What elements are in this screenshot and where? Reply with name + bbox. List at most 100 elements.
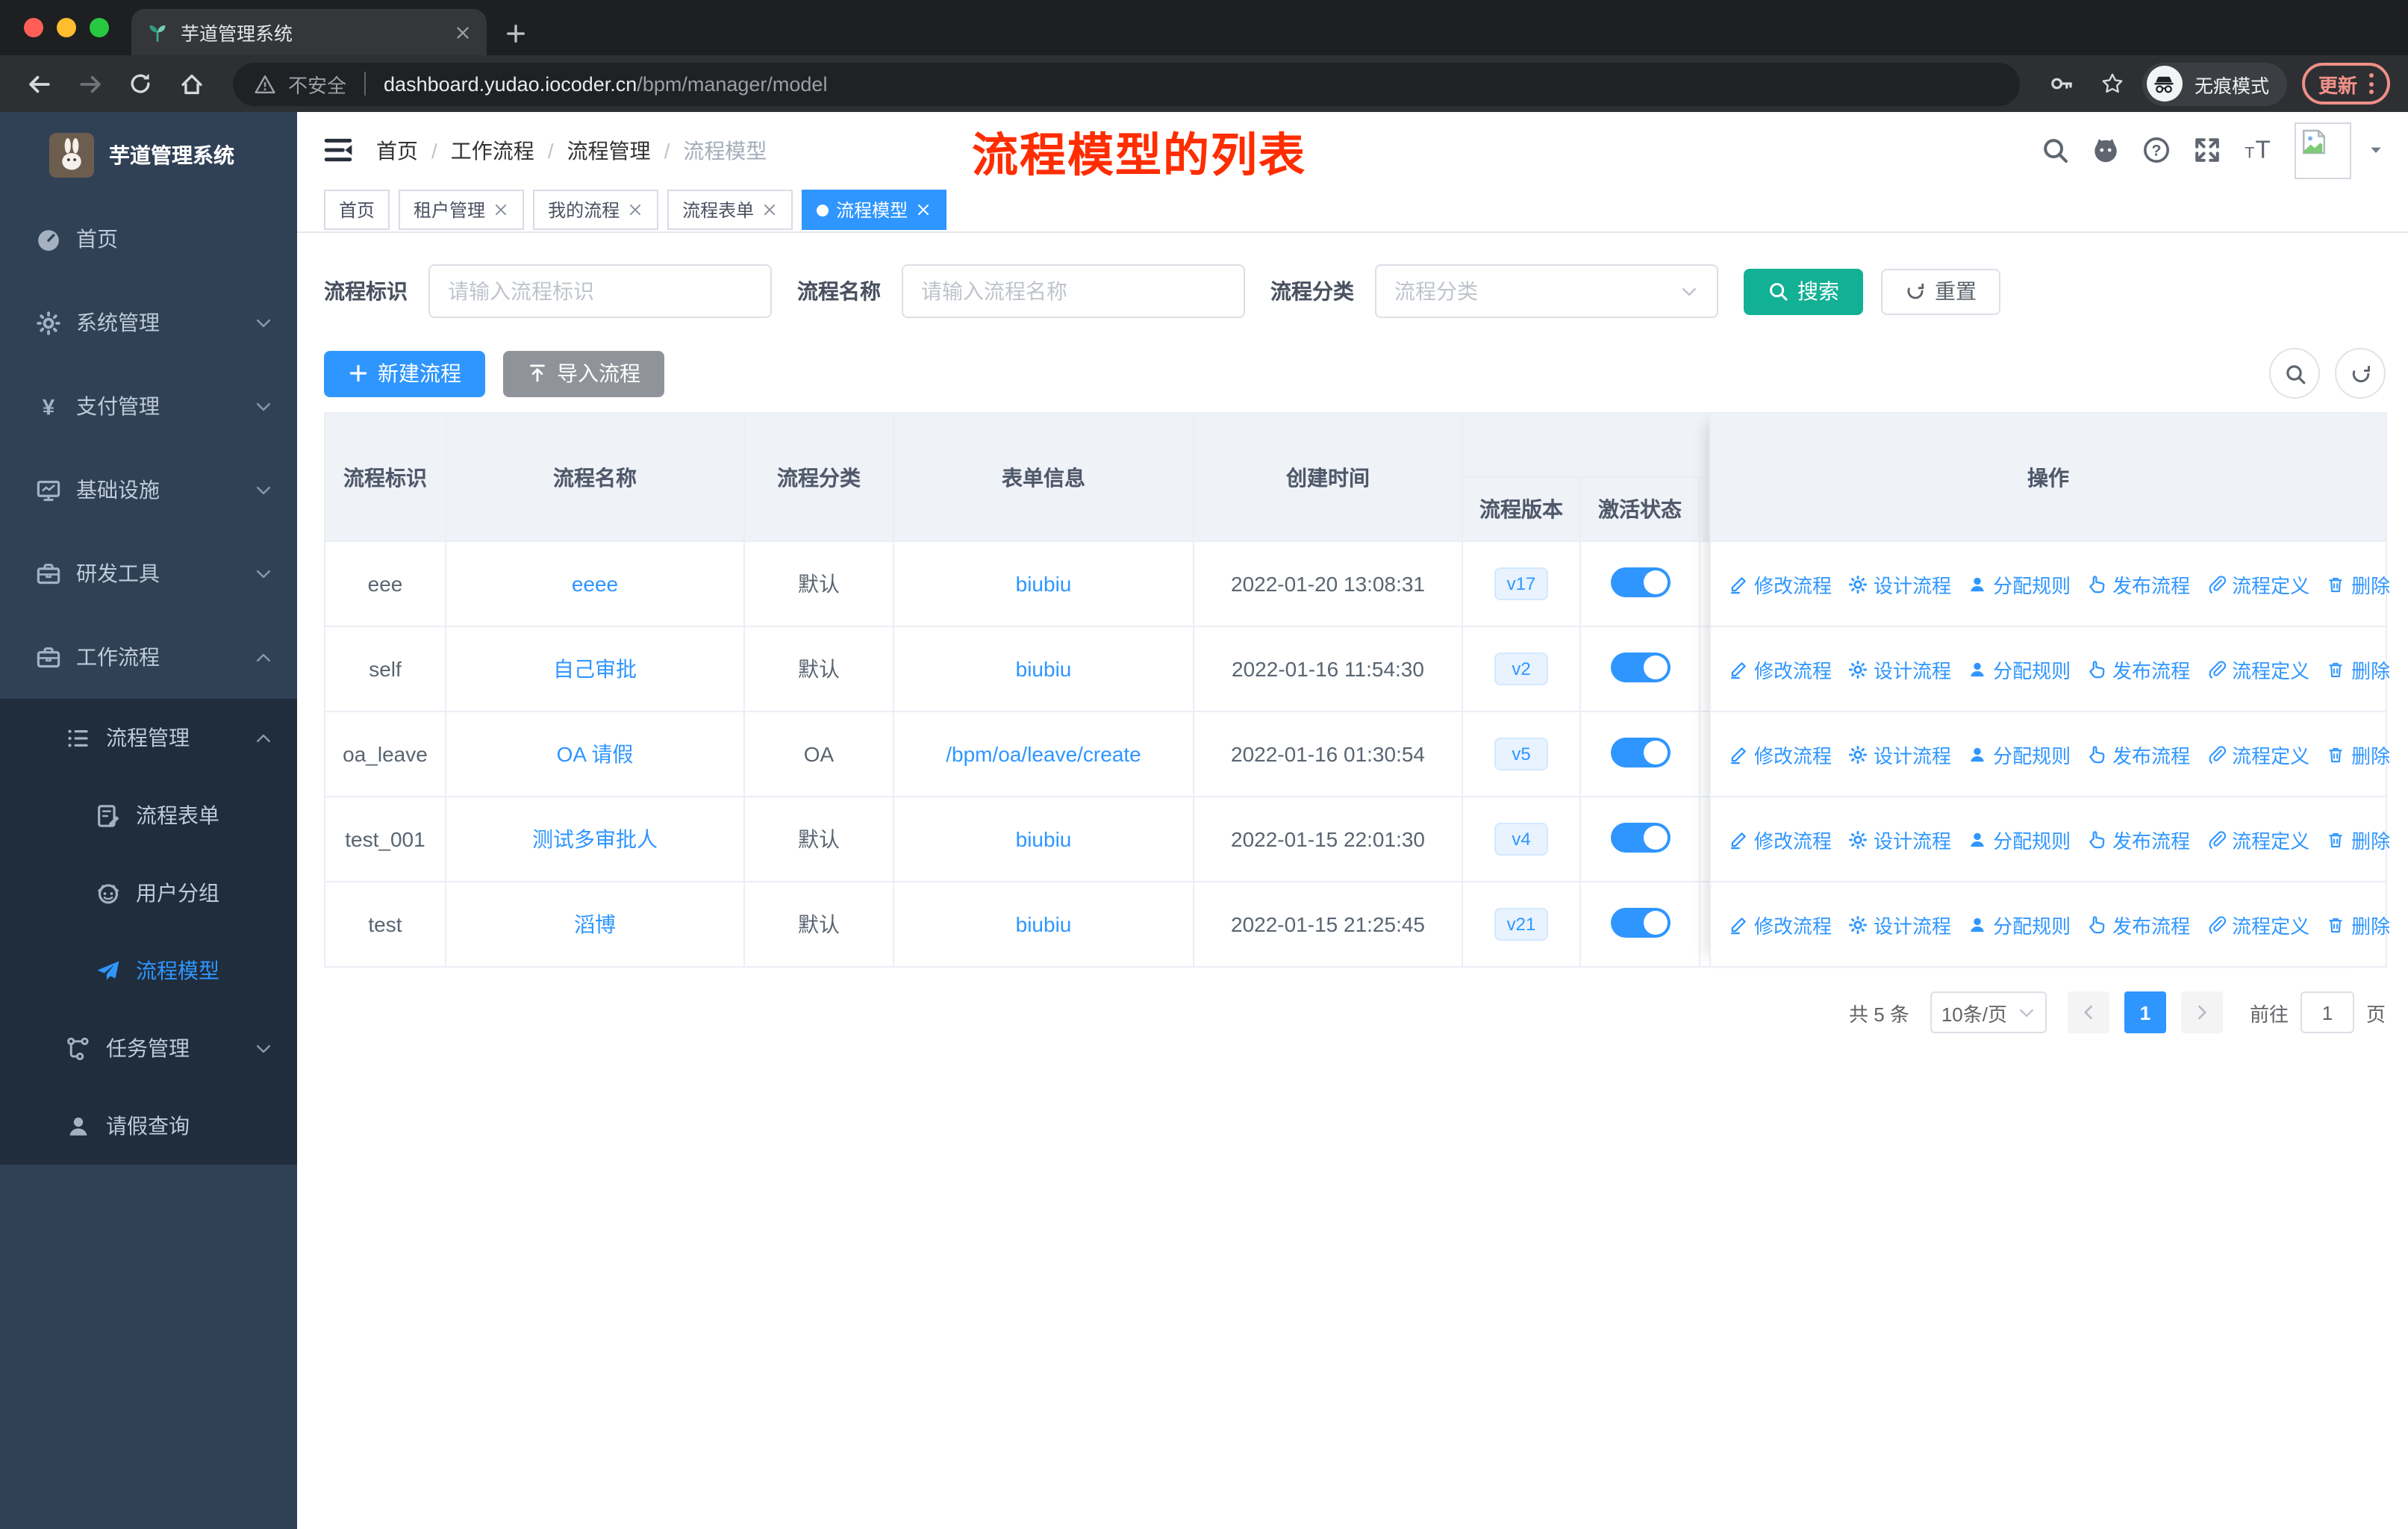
process-name-link[interactable]: 测试多审批人 [532, 827, 658, 851]
form-info-link[interactable]: /bpm/oa/leave/create [946, 742, 1141, 766]
sidebar-item-11[interactable]: 任务管理 [0, 1009, 297, 1087]
modify-process-link[interactable]: 修改流程 [1729, 910, 1832, 938]
sidebar-item-10[interactable]: 流程模型 [0, 932, 297, 1009]
tag-3[interactable]: 我的流程 [533, 190, 659, 230]
active-status-toggle[interactable] [1610, 567, 1670, 597]
form-info-link[interactable]: biubiu [1016, 657, 1072, 681]
zoom-window-button[interactable] [90, 18, 109, 37]
process-definition-link[interactable]: 流程定义 [2206, 570, 2309, 598]
assign-rules-link[interactable]: 分配规则 [1968, 910, 2071, 938]
goto-page-input[interactable] [2300, 991, 2354, 1033]
page-size-select[interactable]: 10条/页 [1930, 991, 2047, 1033]
reset-button[interactable]: 重置 [1881, 268, 2000, 314]
import-process-button[interactable]: 导入流程 [503, 350, 664, 396]
design-process-link[interactable]: 设计流程 [1848, 910, 1951, 938]
browser-menu-kebab-icon[interactable] [2369, 73, 2374, 94]
active-status-toggle[interactable] [1610, 737, 1670, 767]
publish-process-link[interactable]: 发布流程 [2087, 910, 2190, 938]
close-icon[interactable] [915, 202, 932, 218]
process-name-link[interactable]: 滔博 [574, 912, 616, 936]
font-size-icon[interactable]: TT [2244, 136, 2272, 164]
form-info-link[interactable]: biubiu [1016, 572, 1072, 596]
delete-link[interactable]: 删除 [2326, 740, 2390, 768]
design-process-link[interactable]: 设计流程 [1848, 740, 1951, 768]
next-page-button[interactable] [2180, 991, 2223, 1033]
tab-close-icon[interactable] [454, 23, 472, 41]
bookmark-star-icon[interactable] [2092, 63, 2133, 105]
design-process-link[interactable]: 设计流程 [1848, 570, 1951, 598]
publish-process-link[interactable]: 发布流程 [2087, 570, 2190, 598]
new-tab-button[interactable] [505, 22, 527, 45]
avatar-caret-icon[interactable] [2368, 142, 2384, 158]
delete-link[interactable]: 删除 [2326, 570, 2390, 598]
search-icon[interactable] [2041, 136, 2069, 164]
browser-tab[interactable]: 芋道管理系统 [131, 9, 487, 55]
tag-5[interactable]: 流程模型 [802, 190, 947, 230]
assign-rules-link[interactable]: 分配规则 [1968, 655, 2071, 683]
address-bar[interactable]: 不安全 dashboard.yudao.iocoder.cn/bpm/manag… [233, 62, 2020, 105]
tag-4[interactable]: 流程表单 [667, 190, 793, 230]
reload-button[interactable] [119, 63, 161, 105]
process-name-link[interactable]: eeee [572, 572, 618, 596]
process-definition-link[interactable]: 流程定义 [2206, 825, 2309, 853]
fullscreen-icon[interactable] [2193, 136, 2221, 164]
sidebar-item-4[interactable]: 基础设施 [0, 448, 297, 532]
current-page-button[interactable]: 1 [2124, 991, 2166, 1033]
close-icon[interactable] [627, 202, 643, 218]
publish-process-link[interactable]: 发布流程 [2087, 825, 2190, 853]
create-process-button[interactable]: 新建流程 [324, 350, 485, 396]
form-info-link[interactable]: biubiu [1016, 827, 1072, 851]
assign-rules-link[interactable]: 分配规则 [1968, 740, 2071, 768]
assign-rules-link[interactable]: 分配规则 [1968, 570, 2071, 598]
delete-link[interactable]: 删除 [2326, 655, 2390, 683]
modify-process-link[interactable]: 修改流程 [1729, 570, 1832, 598]
sidebar-item-2[interactable]: 系统管理 [0, 281, 297, 364]
user-avatar[interactable] [2295, 122, 2351, 178]
back-button[interactable] [18, 63, 60, 105]
design-process-link[interactable]: 设计流程 [1848, 825, 1951, 853]
sidebar-item-1[interactable]: 首页 [0, 197, 297, 281]
forward-button[interactable] [69, 63, 110, 105]
breadcrumb-item[interactable]: 流程管理 [567, 135, 651, 165]
browser-update-button[interactable]: 更新 [2301, 63, 2390, 105]
process-category-select[interactable]: 流程分类 [1375, 264, 1718, 318]
process-id-input[interactable] [428, 264, 772, 318]
refresh-table-button[interactable] [2335, 348, 2386, 399]
tag-1[interactable]: 首页 [324, 190, 390, 230]
password-key-icon[interactable] [2041, 63, 2083, 105]
design-process-link[interactable]: 设计流程 [1848, 655, 1951, 683]
github-icon[interactable] [2092, 136, 2120, 164]
publish-process-link[interactable]: 发布流程 [2087, 740, 2190, 768]
close-icon[interactable] [493, 202, 509, 218]
assign-rules-link[interactable]: 分配规则 [1968, 825, 2071, 853]
breadcrumb-item[interactable]: 首页 [376, 135, 418, 165]
sidebar-logo-row[interactable]: 芋道管理系统 [0, 112, 297, 197]
breadcrumb-item[interactable]: 工作流程 [451, 135, 534, 165]
sidebar-item-8[interactable]: 流程表单 [0, 776, 297, 854]
search-button[interactable]: 搜索 [1744, 268, 1863, 314]
sidebar-item-3[interactable]: ¥ 支付管理 [0, 364, 297, 448]
process-definition-link[interactable]: 流程定义 [2206, 740, 2309, 768]
delete-link[interactable]: 删除 [2326, 825, 2390, 853]
home-button[interactable] [170, 63, 212, 105]
form-info-link[interactable]: biubiu [1016, 912, 1072, 936]
sidebar-item-9[interactable]: 用户分组 [0, 854, 297, 932]
minimize-window-button[interactable] [57, 18, 76, 37]
sidebar-item-7[interactable]: 流程管理 [0, 699, 297, 776]
active-status-toggle[interactable] [1610, 822, 1670, 852]
help-icon[interactable]: ? [2142, 136, 2171, 164]
process-name-input[interactable] [902, 264, 1245, 318]
active-status-toggle[interactable] [1610, 907, 1670, 937]
publish-process-link[interactable]: 发布流程 [2087, 655, 2190, 683]
modify-process-link[interactable]: 修改流程 [1729, 825, 1832, 853]
sidebar-item-12[interactable]: 请假查询 [0, 1087, 297, 1165]
process-name-link[interactable]: OA 请假 [557, 742, 634, 766]
sidebar-collapse-icon[interactable] [322, 134, 354, 166]
process-definition-link[interactable]: 流程定义 [2206, 655, 2309, 683]
process-definition-link[interactable]: 流程定义 [2206, 910, 2309, 938]
modify-process-link[interactable]: 修改流程 [1729, 655, 1832, 683]
modify-process-link[interactable]: 修改流程 [1729, 740, 1832, 768]
show-search-button[interactable] [2269, 348, 2320, 399]
close-window-button[interactable] [24, 18, 43, 37]
tag-2[interactable]: 租户管理 [399, 190, 525, 230]
